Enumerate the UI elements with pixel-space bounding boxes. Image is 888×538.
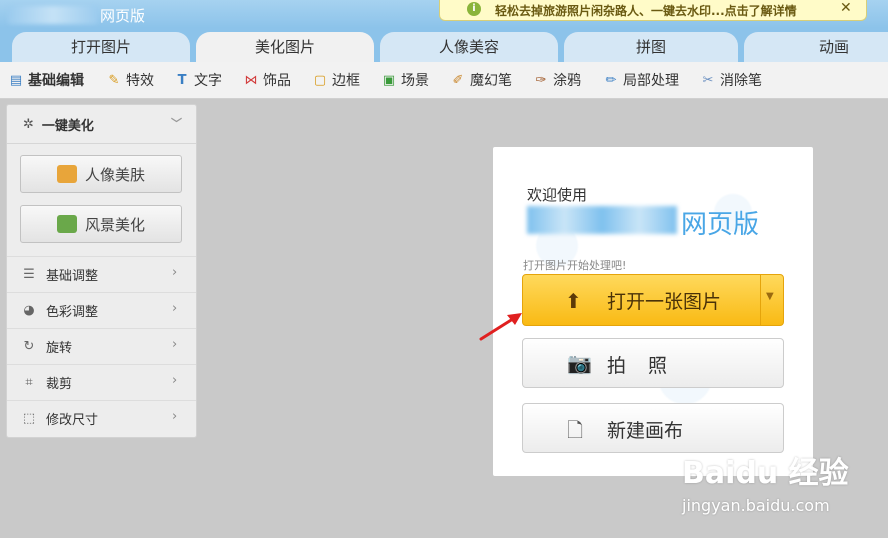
menu-item-resize[interactable]: ⬚ 修改尺寸 › (7, 400, 196, 436)
title-bar: 网页版 i 轻松去掉旅游照片闲杂路人、一键去水印...点击了解详情 ✕ (0, 0, 888, 28)
menu-item-label: 旋转 (46, 341, 73, 356)
upload-arrow-icon: ⬆ (565, 289, 582, 313)
chevron-right-icon: › (172, 373, 178, 388)
tool-label: 文字 (194, 73, 222, 89)
menu-item-crop[interactable]: ⌗ 裁剪 › (7, 364, 196, 400)
dropdown-arrow-icon[interactable]: ▼ (766, 291, 774, 302)
button-label: 风景美化 (84, 215, 145, 234)
tool-label: 饰品 (263, 73, 291, 89)
tool-label: 局部处理 (623, 73, 679, 89)
menu-item-rotate[interactable]: ↻ 旋转 › (7, 328, 196, 364)
open-image-button[interactable]: ⬆ 打开一张图片 ▼ (522, 274, 784, 326)
eraser-icon: ✂ (702, 72, 714, 88)
new-file-icon: 🗋 (567, 418, 584, 442)
product-name: 网页版 (681, 210, 760, 240)
rotate-icon: ↻ (23, 339, 35, 354)
tab-open-image[interactable]: 打开图片 (12, 32, 190, 62)
text-icon: T (177, 72, 187, 88)
app-logo-blurred (8, 6, 98, 24)
product-logo-blurred (527, 206, 677, 234)
scenery-beautify-button[interactable]: 风景美化 (20, 205, 182, 243)
frame-icon: ▢ (313, 72, 327, 88)
tab-portrait[interactable]: 人像美容 (380, 32, 558, 62)
promo-text[interactable]: 轻松去掉旅游照片闲杂路人、一键去水印...点击了解详情 (495, 2, 797, 19)
scene-icon: ▣ (382, 72, 396, 88)
tab-beautify[interactable]: 美化图片 (196, 32, 374, 62)
tool-label: 魔幻笔 (470, 73, 512, 89)
button-label: 拍照 (607, 355, 690, 377)
welcome-greeting: 欢迎使用 (527, 186, 588, 204)
left-panel: ✲ 一键美化 ﹀ 人像美肤 风景美化 ☰ 基础调整 › ◕ 色彩调整 › ↻ 旋… (6, 104, 197, 438)
button-label: 打开一张图片 (607, 291, 722, 313)
button-label: 新建画布 (607, 420, 684, 442)
main-tab-bar: 打开图片 美化图片 人像美容 拼图 动画 (0, 28, 888, 62)
button-label: 人像美肤 (84, 165, 145, 184)
magic-wand-icon: ✲ (23, 116, 34, 132)
menu-item-label: 色彩调整 (46, 305, 99, 320)
tool-accessories[interactable]: ⋈ 饰品 (243, 62, 292, 98)
menu-item-label: 裁剪 (46, 377, 73, 392)
portrait-beautify-button[interactable]: 人像美肤 (20, 155, 182, 193)
tool-label: 场景 (401, 73, 429, 89)
close-icon[interactable]: ✕ (840, 0, 852, 16)
chevron-right-icon: › (172, 265, 178, 280)
tool-eraser[interactable]: ✂ 消除笔 (700, 62, 762, 98)
portrait-icon (56, 165, 77, 183)
brush-icon: ✎ (108, 72, 120, 88)
tool-label: 边框 (332, 73, 360, 89)
app-title: 网页版 (100, 7, 146, 25)
tool-label: 特效 (126, 73, 154, 89)
welcome-dialog: 欢迎使用 网页版 打开图片开始处理吧! ⬆ 打开一张图片 ▼ 📷 拍照 🗋 新建… (493, 147, 813, 476)
promo-banner[interactable]: i 轻松去掉旅游照片闲杂路人、一键去水印...点击了解详情 ✕ (439, 0, 867, 21)
chevron-right-icon: › (172, 301, 178, 316)
resize-icon: ⬚ (22, 411, 36, 426)
chevron-right-icon: › (172, 409, 178, 424)
camera-icon: 📷 (567, 351, 592, 375)
bow-icon: ⋈ (244, 72, 258, 88)
tool-basic-edit[interactable]: ▤ 基础编辑 (8, 62, 84, 98)
tool-local-edit[interactable]: ✏ 局部处理 (603, 62, 679, 98)
tool-frame[interactable]: ▢ 边框 (312, 62, 360, 98)
local-edit-icon: ✏ (605, 72, 617, 88)
take-photo-button[interactable]: 📷 拍照 (522, 338, 784, 388)
chevron-down-icon: ﹀ (171, 117, 182, 130)
tab-animation[interactable]: 动画 (744, 32, 888, 62)
menu-item-label: 修改尺寸 (46, 413, 99, 428)
annotation-arrow (479, 313, 522, 341)
palette-icon: ◕ (23, 303, 35, 318)
watermark-url: jingyan.baidu.com (682, 496, 830, 515)
one-click-beautify-header[interactable]: ✲ 一键美化 ﹀ (7, 105, 196, 144)
tab-collage[interactable]: 拼图 (564, 32, 738, 62)
tool-label: 基础编辑 (28, 73, 84, 89)
button-divider (760, 275, 761, 325)
info-icon: i (467, 2, 481, 16)
paint-brush-icon: ✑ (535, 72, 547, 88)
tool-text[interactable]: T 文字 (174, 62, 222, 98)
sliders-icon: ☰ (23, 267, 35, 282)
edit-toolbar: ▤ 基础编辑 ✎ 特效 T 文字 ⋈ 饰品 ▢ 边框 ▣ 场景 ✐ 魔幻笔 ✑ … (0, 62, 888, 99)
scenery-icon (56, 215, 77, 233)
tool-label: 涂鸦 (553, 73, 581, 89)
new-canvas-button[interactable]: 🗋 新建画布 (522, 403, 784, 453)
chevron-right-icon: › (172, 337, 178, 352)
welcome-tip: 打开图片开始处理吧! (523, 259, 627, 272)
watermark-main: Baidu 经验 (682, 456, 849, 491)
tool-label: 消除笔 (720, 73, 762, 89)
crop-icon: ⌗ (25, 375, 33, 390)
tool-doodle[interactable]: ✑ 涂鸦 (533, 62, 581, 98)
panel-title: 一键美化 (41, 118, 94, 134)
menu-item-basic-adjust[interactable]: ☰ 基础调整 › (7, 256, 196, 292)
menu-item-color-adjust[interactable]: ◕ 色彩调整 › (7, 292, 196, 328)
tool-magic-pen[interactable]: ✐ 魔幻笔 (450, 62, 512, 98)
magic-pen-icon: ✐ (452, 72, 464, 88)
tool-effects[interactable]: ✎ 特效 (106, 62, 154, 98)
edit-icon: ▤ (9, 72, 23, 88)
baidu-jingyan-watermark: Baidu 经验 jingyan.baidu.com (682, 448, 882, 528)
tool-scene[interactable]: ▣ 场景 (381, 62, 429, 98)
menu-item-label: 基础调整 (46, 269, 99, 284)
